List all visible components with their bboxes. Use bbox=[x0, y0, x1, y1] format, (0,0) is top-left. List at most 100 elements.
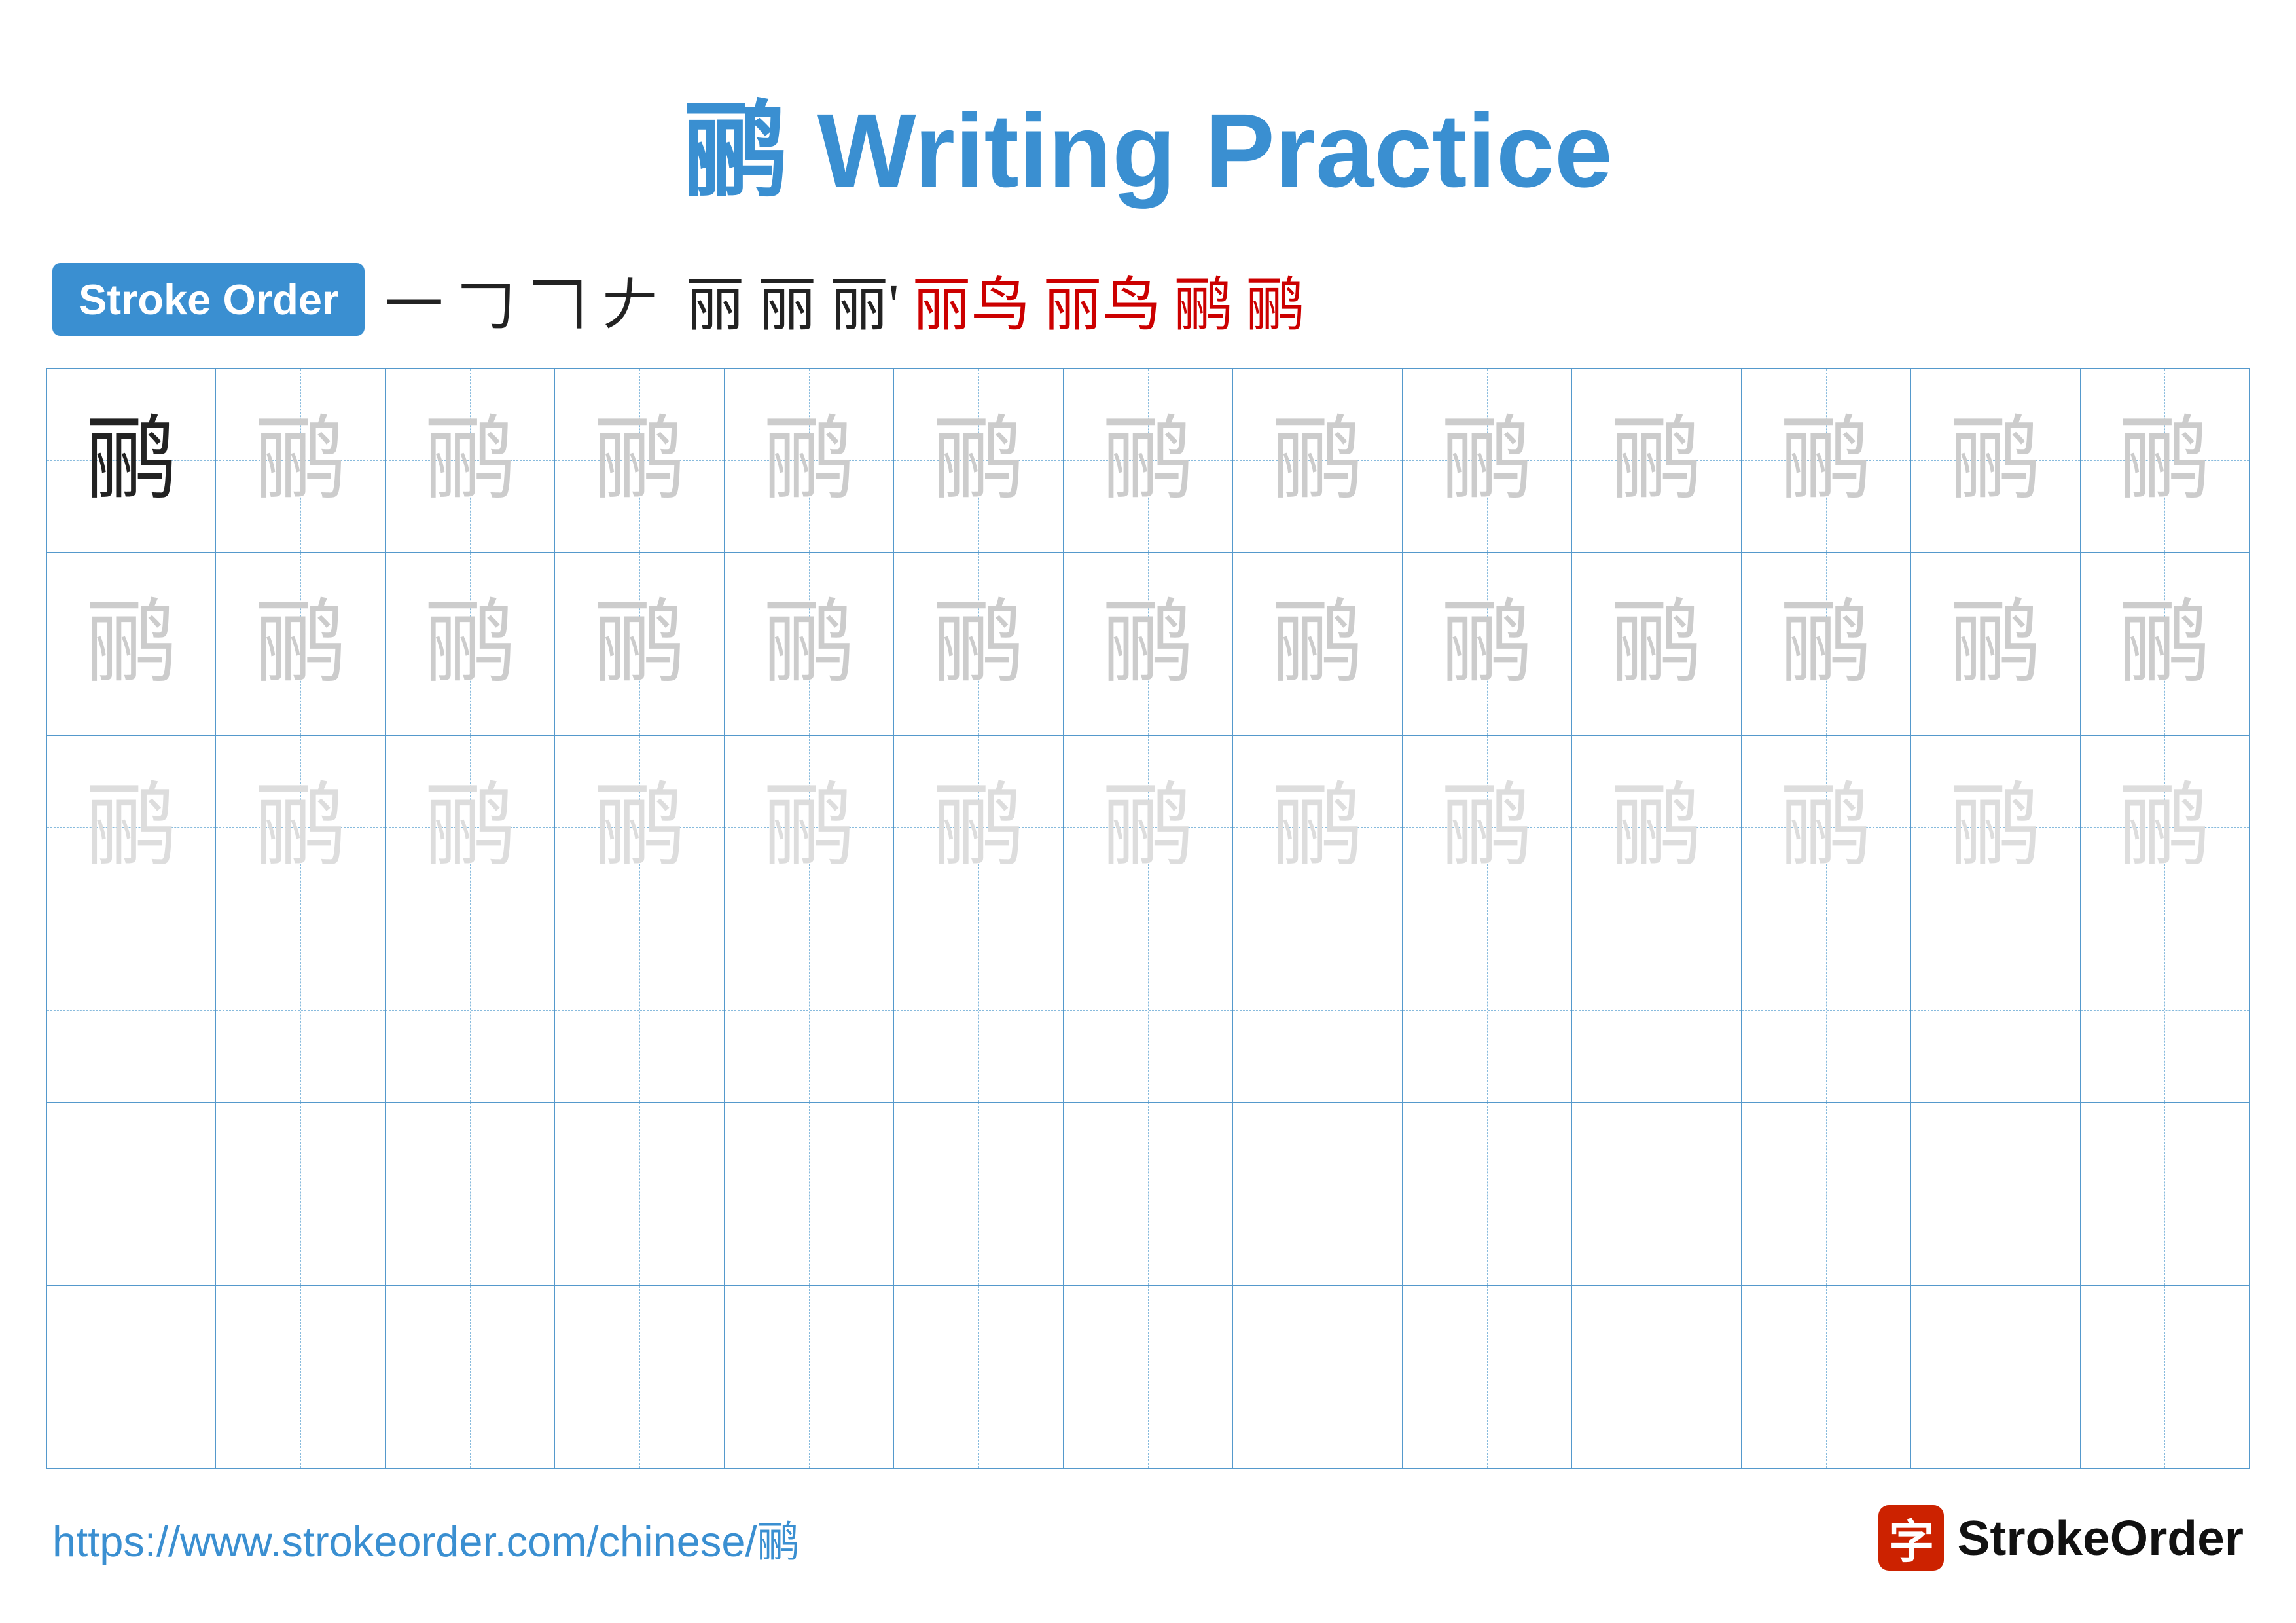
grid-cell[interactable]: 鹂 bbox=[2080, 552, 2250, 735]
grid-cell[interactable] bbox=[1910, 1285, 2080, 1468]
stroke-9: 丽鸟 bbox=[912, 257, 1030, 342]
grid-row-6 bbox=[46, 1285, 2250, 1468]
title-text: Writing Practice bbox=[788, 92, 1613, 209]
grid-cell[interactable]: 鹂 bbox=[46, 552, 216, 735]
grid-cell[interactable]: 鹂 bbox=[894, 369, 1064, 552]
grid-cell[interactable]: 鹂 bbox=[1571, 369, 1741, 552]
grid-cell[interactable]: 鹂 bbox=[1232, 735, 1402, 919]
grid-cell[interactable] bbox=[725, 1102, 894, 1285]
grid-cell[interactable]: 鹂 bbox=[725, 735, 894, 919]
grid-cell[interactable] bbox=[555, 919, 725, 1102]
grid-cell[interactable]: 鹂 bbox=[1910, 552, 2080, 735]
grid-cell[interactable] bbox=[386, 919, 555, 1102]
grid-cell[interactable] bbox=[2080, 919, 2250, 1102]
grid-cell[interactable] bbox=[1232, 1102, 1402, 1285]
grid-cell[interactable]: 鹂 bbox=[386, 369, 555, 552]
grid-cell[interactable] bbox=[2080, 1102, 2250, 1285]
grid-cell[interactable] bbox=[1741, 1285, 1910, 1468]
grid-cell[interactable]: 鹂 bbox=[1064, 735, 1233, 919]
grid-cell[interactable] bbox=[1571, 1102, 1741, 1285]
grid-row-5 bbox=[46, 1102, 2250, 1285]
grid-cell[interactable] bbox=[386, 1285, 555, 1468]
grid-cell[interactable] bbox=[1571, 1285, 1741, 1468]
stroke-4: 𠂇 bbox=[600, 257, 659, 342]
grid-cell[interactable]: 鹂 bbox=[216, 369, 386, 552]
stroke-11: 鹂 bbox=[1174, 257, 1233, 342]
grid-cell[interactable]: 鹂 bbox=[1402, 735, 1571, 919]
grid-char-lighter: 鹂 bbox=[1780, 776, 1872, 877]
grid-cell[interactable]: 鹂 bbox=[46, 735, 216, 919]
grid-char-lighter: 鹂 bbox=[1950, 776, 2041, 877]
grid-char-light: 鹂 bbox=[763, 593, 855, 694]
grid-char-lighter: 鹂 bbox=[255, 776, 346, 877]
grid-cell[interactable] bbox=[1571, 919, 1741, 1102]
grid-cell[interactable]: 鹂 bbox=[386, 735, 555, 919]
grid-cell[interactable] bbox=[1910, 919, 2080, 1102]
grid-cell[interactable]: 鹂 bbox=[1402, 369, 1571, 552]
grid-cell[interactable] bbox=[894, 919, 1064, 1102]
grid-cell[interactable] bbox=[1402, 1102, 1571, 1285]
grid-cell[interactable] bbox=[46, 919, 216, 1102]
grid-cell[interactable] bbox=[1064, 919, 1233, 1102]
grid-cell[interactable] bbox=[555, 1102, 725, 1285]
grid-char-light: 鹂 bbox=[1950, 409, 2041, 511]
grid-cell[interactable]: 鹂 bbox=[386, 552, 555, 735]
grid-cell[interactable]: 鹂 bbox=[1741, 735, 1910, 919]
grid-cell[interactable]: 鹂 bbox=[216, 735, 386, 919]
grid-cell[interactable]: 鹂 bbox=[894, 735, 1064, 919]
stroke-2: 𠃌 bbox=[456, 257, 515, 342]
grid-cell[interactable]: 鹂 bbox=[555, 552, 725, 735]
grid-cell[interactable] bbox=[1741, 919, 1910, 1102]
grid-cell[interactable]: 鹂 bbox=[1571, 552, 1741, 735]
grid-cell[interactable] bbox=[725, 919, 894, 1102]
grid-cell[interactable] bbox=[1910, 1102, 2080, 1285]
grid-cell[interactable]: 鹂 bbox=[725, 552, 894, 735]
grid-cell[interactable] bbox=[1741, 1102, 1910, 1285]
grid-cell[interactable]: 鹂 bbox=[1064, 369, 1233, 552]
stroke-1: 一 bbox=[384, 257, 443, 342]
grid-cell[interactable] bbox=[216, 1102, 386, 1285]
grid-cell[interactable]: 鹂 bbox=[1402, 552, 1571, 735]
grid-cell[interactable] bbox=[1064, 1102, 1233, 1285]
stroke-8: 丽' bbox=[829, 257, 899, 342]
grid-cell[interactable]: 鹂 bbox=[555, 735, 725, 919]
stroke-order-row: Stroke Order 一 𠃌 𠃍 𠂇 𠂋 丽 丽 丽' 丽鸟 丽鸟 鹂 鹂 bbox=[0, 257, 2296, 342]
stroke-12: 鹂 bbox=[1246, 257, 1305, 342]
grid-cell[interactable]: 鹂 bbox=[725, 369, 894, 552]
grid-cell[interactable] bbox=[216, 919, 386, 1102]
grid-char-light: 鹂 bbox=[1441, 409, 1533, 511]
grid-cell[interactable] bbox=[1232, 1285, 1402, 1468]
grid-cell[interactable]: 鹂 bbox=[2080, 369, 2250, 552]
grid-cell[interactable] bbox=[1232, 919, 1402, 1102]
grid-cell[interactable]: 鹂 bbox=[46, 369, 216, 552]
stroke-3: 𠃍 bbox=[528, 257, 587, 342]
grid-cell[interactable]: 鹂 bbox=[894, 552, 1064, 735]
grid-cell[interactable]: 鹂 bbox=[1232, 552, 1402, 735]
grid-cell[interactable] bbox=[1402, 1285, 1571, 1468]
grid-cell[interactable] bbox=[216, 1285, 386, 1468]
grid-cell[interactable] bbox=[725, 1285, 894, 1468]
grid-cell[interactable]: 鹂 bbox=[1741, 369, 1910, 552]
grid-cell[interactable]: 鹂 bbox=[1232, 369, 1402, 552]
grid-char-lighter: 鹂 bbox=[1441, 776, 1533, 877]
grid-cell[interactable]: 鹂 bbox=[1910, 369, 2080, 552]
grid-cell[interactable] bbox=[46, 1102, 216, 1285]
grid-cell[interactable]: 鹂 bbox=[1064, 552, 1233, 735]
grid-cell[interactable] bbox=[894, 1102, 1064, 1285]
grid-cell[interactable] bbox=[555, 1285, 725, 1468]
stroke-chars: 一 𠃌 𠃍 𠂇 𠂋 丽 丽 丽' 丽鸟 丽鸟 鹂 鹂 bbox=[384, 257, 1304, 342]
grid-cell[interactable] bbox=[894, 1285, 1064, 1468]
grid-cell[interactable]: 鹂 bbox=[555, 369, 725, 552]
grid-cell[interactable]: 鹂 bbox=[2080, 735, 2250, 919]
grid-cell[interactable] bbox=[386, 1102, 555, 1285]
grid-cell[interactable] bbox=[1402, 919, 1571, 1102]
grid-char-lighter: 鹂 bbox=[1102, 776, 1194, 877]
grid-char-lighter: 鹂 bbox=[2119, 776, 2210, 877]
grid-cell[interactable]: 鹂 bbox=[1741, 552, 1910, 735]
grid-cell[interactable] bbox=[1064, 1285, 1233, 1468]
grid-cell[interactable] bbox=[2080, 1285, 2250, 1468]
grid-cell[interactable]: 鹂 bbox=[216, 552, 386, 735]
grid-cell[interactable]: 鹂 bbox=[1571, 735, 1741, 919]
grid-cell[interactable]: 鹂 bbox=[1910, 735, 2080, 919]
grid-cell[interactable] bbox=[46, 1285, 216, 1468]
